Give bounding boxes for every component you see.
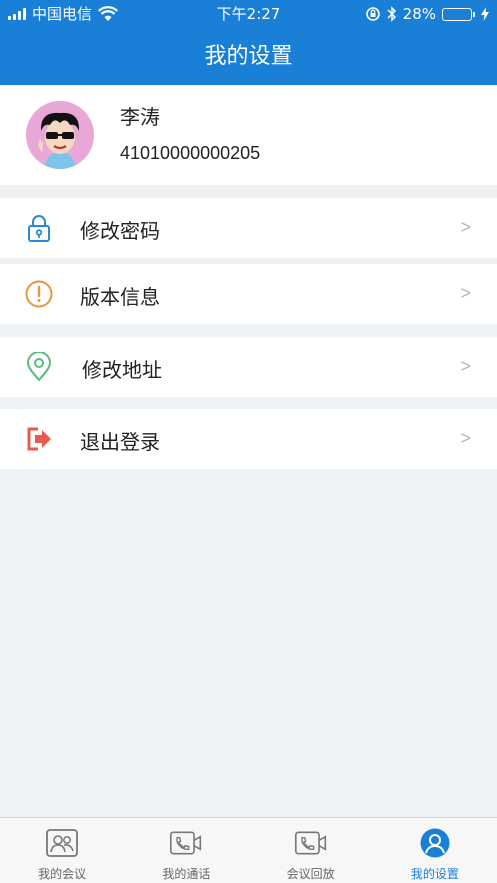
menu-item-change-password[interactable]: 修改密码 >	[0, 198, 497, 258]
status-bar: 中国电信 下午2:27 28%	[0, 0, 497, 28]
tab-my-calls[interactable]: 我的通话	[124, 818, 248, 883]
page-title: 我的设置	[204, 44, 293, 69]
tab-label: 我的设置	[410, 867, 459, 881]
battery-percent: 28%	[402, 5, 436, 23]
chevron-right-icon: >	[460, 356, 471, 376]
rotation-lock-icon	[365, 7, 380, 21]
profile-card[interactable]: 李涛 41010000000205	[0, 85, 497, 185]
lock-icon	[28, 215, 50, 242]
call-icon	[170, 831, 202, 855]
menu-label: 修改密码	[80, 219, 160, 243]
playback-icon	[294, 831, 326, 855]
charging-icon	[481, 7, 489, 21]
menu-item-version-info[interactable]: 版本信息 >	[0, 264, 497, 324]
avatar-image	[26, 101, 94, 169]
chevron-right-icon: >	[460, 217, 471, 237]
chevron-right-icon: >	[460, 283, 471, 303]
user-settings-icon	[420, 828, 450, 858]
menu-item-logout[interactable]: 退出登录 >	[0, 409, 497, 469]
tab-my-settings[interactable]: 我的设置	[373, 818, 497, 883]
tab-bar: 我的会议 我的通话 会议回放 我的设置	[0, 817, 497, 883]
battery-icon	[442, 7, 475, 21]
chevron-right-icon: >	[460, 428, 471, 448]
menu-label: 退出登录	[80, 430, 160, 454]
tab-my-meetings[interactable]: 我的会议	[0, 818, 124, 883]
info-icon	[25, 280, 53, 308]
tab-label: 会议回放	[286, 867, 335, 881]
logout-icon	[27, 427, 51, 451]
tab-meeting-playback[interactable]: 会议回放	[249, 818, 373, 883]
tab-label: 我的通话	[162, 867, 211, 881]
menu-label: 修改地址	[82, 358, 162, 382]
top-bar: 中国电信 下午2:27 28% 我的设置	[0, 0, 497, 85]
profile-id: 41010000000205	[120, 143, 261, 163]
location-pin-icon	[26, 352, 52, 382]
menu-item-change-address[interactable]: 修改地址 >	[0, 337, 497, 397]
profile-name: 李涛	[120, 105, 160, 129]
tab-label: 我的会议	[38, 867, 87, 881]
menu-label: 版本信息	[80, 285, 160, 309]
avatar[interactable]	[26, 101, 94, 169]
bluetooth-icon	[387, 6, 396, 22]
meeting-icon	[46, 829, 79, 857]
